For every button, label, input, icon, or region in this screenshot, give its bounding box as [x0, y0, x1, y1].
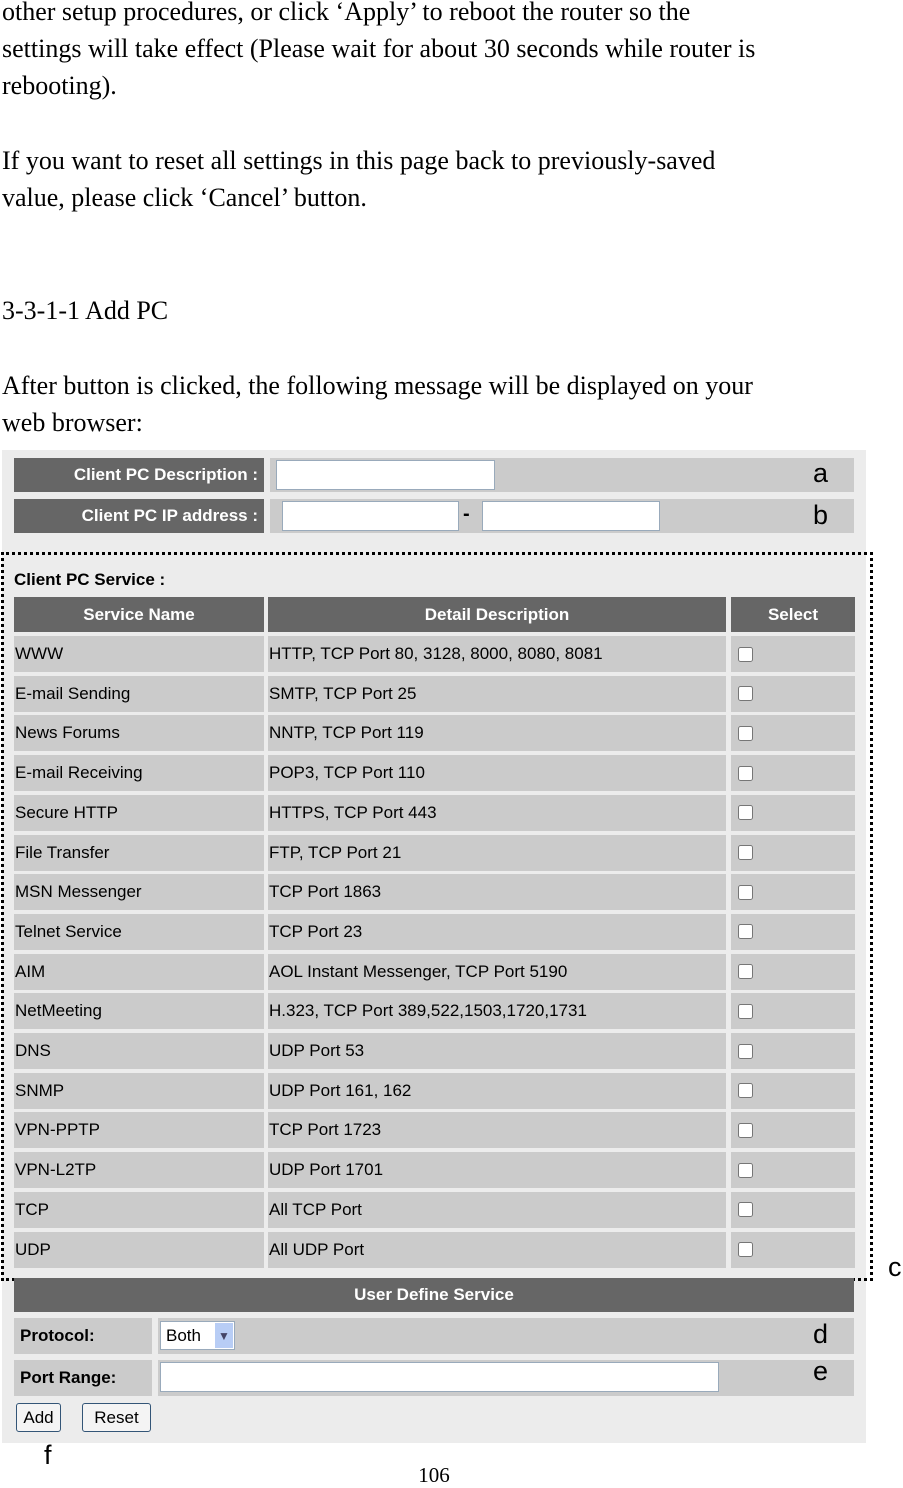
service-name-cell: VPN-PPTP — [14, 1112, 264, 1149]
service-checkbox[interactable] — [738, 924, 753, 940]
protocol-select[interactable]: Both ▼ — [160, 1321, 235, 1350]
reset-paragraph: If you want to reset all settings in thi… — [2, 146, 716, 212]
service-select-cell — [731, 1231, 855, 1268]
service-detail-cell: FTP, TCP Port 21 — [268, 834, 726, 871]
service-checkbox[interactable] — [738, 1162, 753, 1178]
annotation-c: c — [888, 1252, 902, 1282]
reset-button[interactable]: Reset — [82, 1403, 151, 1432]
service-checkbox[interactable] — [738, 1083, 753, 1099]
service-name-cell: Telnet Service — [14, 913, 264, 950]
service-select-cell — [731, 953, 855, 990]
service-name-cell: Secure HTTP — [14, 794, 264, 831]
service-detail-cell: HTTPS, TCP Port 443 — [268, 794, 726, 831]
service-name-cell: E-mail Receiving — [14, 755, 264, 792]
service-name-cell: MSN Messenger — [14, 874, 264, 911]
service-select-cell — [731, 834, 855, 871]
service-name-cell: E-mail Sending — [14, 675, 264, 712]
service-name-cell: AIM — [14, 953, 264, 990]
service-select-cell — [731, 675, 855, 712]
description-input[interactable] — [276, 460, 495, 490]
service-select-cell — [731, 1072, 855, 1109]
service-select-cell — [731, 1152, 855, 1189]
description-label: Client PC Description : — [14, 458, 264, 492]
ip-separator: - — [463, 503, 470, 525]
user-define-title: User Define Service — [14, 1278, 854, 1312]
service-select-cell — [731, 1033, 855, 1069]
service-checkbox[interactable] — [738, 646, 753, 662]
service-name-cell: NetMeeting — [14, 993, 264, 1030]
service-detail-cell: HTTP, TCP Port 80, 3128, 8000, 8080, 808… — [268, 636, 726, 672]
port-range-input[interactable] — [160, 1362, 719, 1392]
ip-start-input[interactable] — [282, 501, 459, 531]
service-checkbox[interactable] — [738, 964, 753, 980]
service-detail-cell: H.323, TCP Port 389,522,1503,1720,1731 — [268, 993, 726, 1030]
annotation-d: d — [813, 1319, 829, 1349]
service-checkbox[interactable] — [738, 765, 753, 781]
service-checkbox[interactable] — [738, 686, 753, 702]
protocol-cell — [158, 1318, 854, 1354]
service-detail-cell: UDP Port 1701 — [268, 1152, 726, 1189]
service-detail-cell: All TCP Port — [268, 1191, 726, 1228]
service-name-cell: VPN-L2TP — [14, 1152, 264, 1189]
annotation-a: a — [813, 458, 829, 488]
service-detail-cell: NNTP, TCP Port 119 — [268, 715, 726, 752]
service-name-cell: DNS — [14, 1033, 264, 1069]
service-select-cell — [731, 794, 855, 831]
service-detail-cell: All UDP Port — [268, 1231, 726, 1268]
port-range-label: Port Range: — [14, 1360, 152, 1396]
service-detail-cell: TCP Port 1723 — [268, 1112, 726, 1149]
ip-label: Client PC IP address : — [14, 499, 264, 533]
intro-paragraph: other setup procedures, or click ‘Apply’… — [2, 0, 756, 100]
service-detail-cell: UDP Port 53 — [268, 1033, 726, 1069]
after-paragraph: After button is clicked, the following m… — [2, 371, 753, 437]
service-checkbox[interactable] — [738, 725, 753, 741]
service-name-cell: SNMP — [14, 1072, 264, 1109]
ip-end-input[interactable] — [482, 501, 660, 531]
column-header-detail: Detail Description — [268, 597, 726, 632]
service-checkbox[interactable] — [738, 845, 753, 860]
column-header-select: Select — [731, 597, 855, 632]
service-select-cell — [731, 755, 855, 792]
service-select-cell — [731, 993, 855, 1030]
service-select-cell — [731, 715, 855, 752]
service-checkbox[interactable] — [738, 1202, 753, 1218]
protocol-value: Both — [166, 1325, 201, 1345]
service-checkbox[interactable] — [738, 884, 753, 900]
annotation-b: b — [813, 500, 829, 530]
chevron-down-icon[interactable]: ▼ — [215, 1323, 233, 1348]
service-detail-cell: TCP Port 23 — [268, 913, 726, 950]
annotation-e: e — [813, 1356, 829, 1386]
service-select-cell — [731, 874, 855, 911]
service-checkbox[interactable] — [738, 805, 753, 821]
service-name-cell: TCP — [14, 1191, 264, 1228]
service-checkbox[interactable] — [738, 1122, 753, 1138]
protocol-label: Protocol: — [14, 1318, 152, 1354]
service-select-cell — [731, 913, 855, 950]
service-select-cell — [731, 1112, 855, 1149]
service-select-cell — [731, 636, 855, 672]
service-checkbox[interactable] — [738, 1242, 753, 1257]
column-header-service-name: Service Name — [14, 597, 264, 632]
service-detail-cell: TCP Port 1863 — [268, 874, 726, 911]
service-detail-cell: UDP Port 161, 162 — [268, 1072, 726, 1109]
service-detail-cell: SMTP, TCP Port 25 — [268, 675, 726, 712]
service-detail-cell: AOL Instant Messenger, TCP Port 5190 — [268, 953, 726, 990]
service-title: Client PC Service : — [14, 570, 166, 589]
service-checkbox[interactable] — [738, 1003, 753, 1019]
service-select-cell — [731, 1191, 855, 1228]
service-detail-cell: POP3, TCP Port 110 — [268, 755, 726, 792]
service-name-cell: WWW — [14, 636, 264, 672]
service-name-cell: News Forums — [14, 715, 264, 752]
page-number: 106 — [418, 1463, 450, 1487]
section-heading: 3-3-1-1 Add PC — [2, 296, 169, 325]
service-name-cell: UDP — [14, 1231, 264, 1268]
service-name-cell: File Transfer — [14, 834, 264, 871]
service-checkbox[interactable] — [738, 1043, 753, 1059]
add-button[interactable]: Add — [16, 1403, 61, 1432]
